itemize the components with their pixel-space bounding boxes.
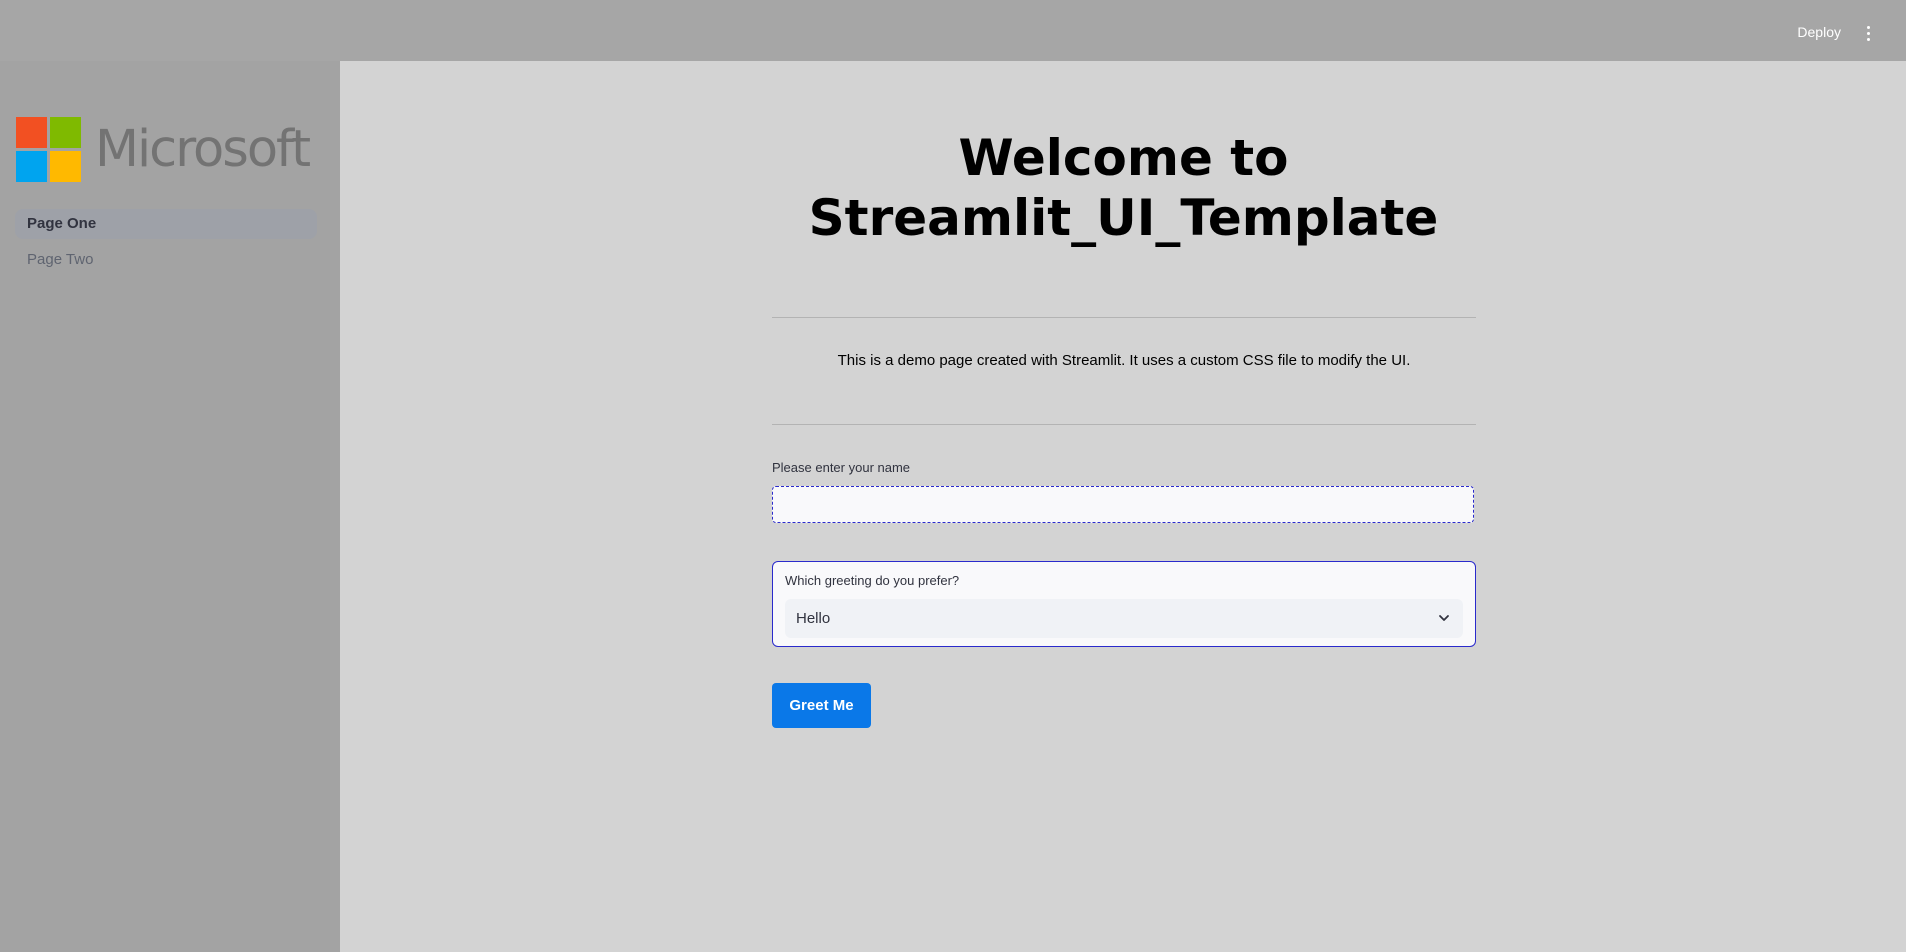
greeting-select-container: Which greeting do you prefer? Hello bbox=[772, 561, 1476, 647]
greet-me-button[interactable]: Greet Me bbox=[772, 683, 871, 728]
page-title-line1: Welcome to bbox=[958, 129, 1289, 187]
logo-text: Microsoft bbox=[95, 120, 311, 179]
greeting-select[interactable]: Hello bbox=[785, 599, 1463, 638]
sidebar-nav: Page One Page Two bbox=[15, 209, 317, 281]
greeting-select-label: Which greeting do you prefer? bbox=[785, 573, 960, 588]
page-title-line2: Streamlit_UI_Template bbox=[808, 189, 1439, 247]
page-description: This is a demo page created with Streaml… bbox=[837, 352, 1411, 369]
sidebar-item-page-one[interactable]: Page One bbox=[15, 209, 317, 239]
microsoft-logo-icon bbox=[16, 117, 81, 182]
sidebar-item-page-two[interactable]: Page Two bbox=[15, 245, 317, 275]
deploy-button[interactable]: Deploy bbox=[1797, 24, 1841, 40]
divider-bottom bbox=[772, 424, 1476, 425]
name-input-label: Please enter your name bbox=[772, 460, 911, 475]
page-title: Welcome to Streamlit_UI_Template bbox=[760, 128, 1487, 248]
chevron-down-icon bbox=[1439, 615, 1449, 621]
kebab-menu-icon[interactable] bbox=[1861, 21, 1875, 45]
top-header: Deploy bbox=[0, 0, 1906, 61]
sidebar: Microsoft Page One Page Two bbox=[0, 61, 340, 952]
microsoft-logo: Microsoft bbox=[16, 117, 311, 182]
greeting-select-value: Hello bbox=[796, 610, 831, 627]
divider-top bbox=[772, 317, 1476, 318]
name-input[interactable] bbox=[772, 486, 1474, 523]
